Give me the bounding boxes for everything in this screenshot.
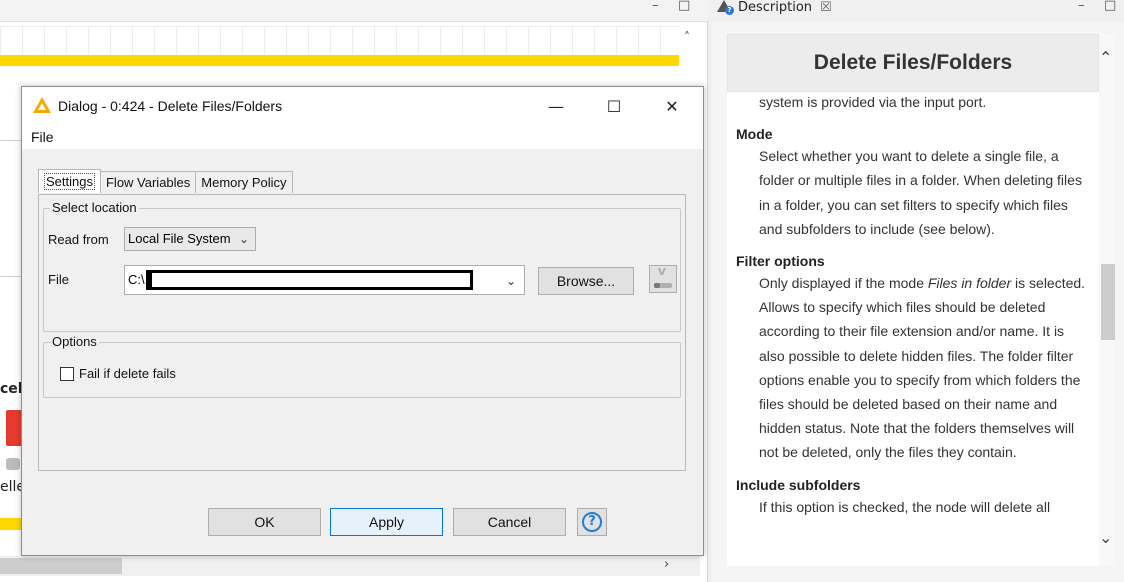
description-content: system is provided via the input port. M… (727, 92, 1099, 519)
scroll-down-icon[interactable]: ⌄ (1099, 528, 1112, 547)
description-paragraph: system is provided via the input port. (759, 94, 987, 110)
description-body: Delete Files/Folders system is provided … (727, 34, 1115, 566)
section-heading: Include subfolders (736, 476, 861, 493)
node-status-icon (6, 458, 20, 470)
ok-button[interactable]: OK (208, 508, 321, 536)
dialog-titlebar[interactable]: Dialog - 0:424 - Delete Files/Folders — … (22, 87, 703, 125)
chevron-down-icon: ⌄ (238, 232, 249, 246)
description-panel: ? Description ☒ – □ Delete Files/Folders… (712, 0, 1124, 582)
editor-topbar: – □ (0, 0, 708, 22)
scroll-up-icon[interactable]: ˄ (684, 30, 690, 44)
section-text: Only displayed if the mode Files in fold… (759, 275, 1086, 461)
knime-warning-icon (33, 97, 51, 113)
fail-if-delete-fails-checkbox[interactable] (60, 367, 74, 381)
description-header: Delete Files/Folders (727, 34, 1099, 92)
close-button[interactable]: ✕ (652, 95, 692, 117)
emphasis-text: Files in folder (927, 275, 1012, 292)
description-icon: ? (716, 0, 734, 15)
tab-description-label: Description (738, 0, 813, 15)
section-text: Select whether you want to delete a sing… (759, 148, 1082, 237)
editor-minimize-icon[interactable]: – (652, 0, 659, 12)
options-label: Options (50, 334, 99, 349)
panel-minimize-icon[interactable]: – (1078, 0, 1085, 12)
tab-settings[interactable]: Settings (38, 169, 101, 193)
close-icon[interactable]: ☒ (820, 0, 832, 15)
editor-maximize-icon[interactable]: □ (678, 0, 690, 12)
flow-variable-button[interactable]: V (649, 265, 677, 293)
description-tabbar: ? Description ☒ – □ (712, 0, 1124, 22)
maximize-button[interactable]: ☐ (594, 95, 634, 117)
scroll-up-icon[interactable]: ⌃ (1099, 48, 1112, 67)
workflow-grid (0, 26, 679, 54)
dialog-tabs: Settings Flow Variables Memory Policy (38, 169, 293, 193)
description-scrollbar[interactable]: ⌃ ⌄ (1099, 34, 1115, 566)
fail-if-delete-fails-label[interactable]: Fail if delete fails (79, 366, 176, 381)
panel-maximize-icon[interactable]: □ (1104, 0, 1116, 12)
annotation-bar (0, 55, 679, 66)
help-button[interactable]: ? (577, 508, 607, 536)
section-text: If this option is checked, the node will… (759, 498, 1051, 515)
cancel-button[interactable]: Cancel (453, 508, 566, 536)
select-location-group: Select location Read from Local File Sys… (43, 200, 681, 332)
select-location-label: Select location (50, 200, 139, 215)
dialog-menubar: File (22, 125, 703, 149)
editor-horizontal-scrollbar[interactable]: › (0, 556, 700, 576)
file-path-input[interactable]: C:\ ⌄ (124, 265, 525, 295)
description-title: Delete Files/Folders (813, 51, 1013, 74)
delete-files-dialog: Dialog - 0:424 - Delete Files/Folders — … (21, 86, 704, 556)
flow-variable-icon: V (658, 267, 666, 278)
file-label: File (48, 272, 69, 287)
tab-memory-policy[interactable]: Memory Policy (195, 171, 293, 193)
tab-flow-variables[interactable]: Flow Variables (99, 171, 197, 193)
menu-file[interactable]: File (31, 129, 54, 145)
dialog-title: Dialog - 0:424 - Delete Files/Folders (58, 98, 283, 114)
read-from-select[interactable]: Local File System ⌄ (124, 227, 256, 251)
section-heading: Mode (736, 126, 773, 143)
browse-button[interactable]: Browse... (538, 267, 634, 295)
node-label-fragment: cel (0, 381, 23, 397)
redaction-box (149, 270, 473, 290)
scrollbar-thumb[interactable] (1101, 264, 1115, 340)
tab-description[interactable]: ? Description ☒ (716, 0, 832, 18)
scroll-right-icon[interactable]: › (664, 557, 669, 572)
scrollbar-thumb[interactable] (0, 558, 122, 574)
read-from-label: Read from (48, 232, 109, 247)
apply-button[interactable]: Apply (330, 508, 443, 536)
minimize-button[interactable]: — (536, 95, 576, 117)
help-icon: ? (582, 512, 602, 532)
chevron-down-icon[interactable]: ⌄ (506, 267, 516, 295)
options-group: Options Fail if delete fails (43, 334, 681, 398)
settings-panel: Select location Read from Local File Sys… (38, 194, 686, 471)
section-heading: Filter options (736, 253, 825, 270)
